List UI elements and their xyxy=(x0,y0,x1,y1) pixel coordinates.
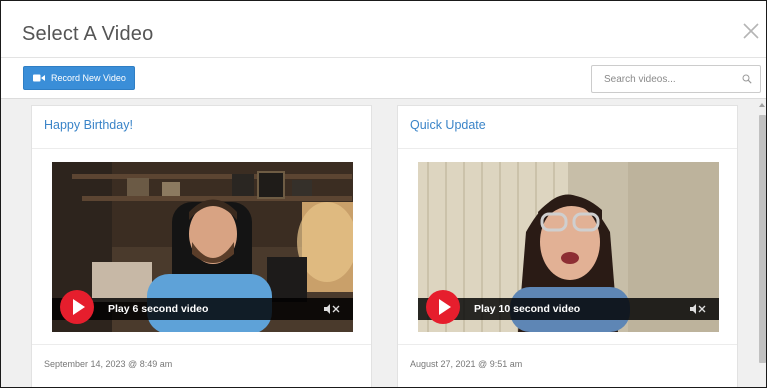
search-box xyxy=(591,65,761,93)
video-date: September 14, 2023 @ 8:49 am xyxy=(44,359,173,369)
video-title[interactable]: Quick Update xyxy=(410,118,486,132)
search-input[interactable] xyxy=(604,72,734,86)
play-icon[interactable] xyxy=(426,290,460,324)
video-date: August 27, 2021 @ 9:51 am xyxy=(410,359,523,369)
scrollbar[interactable] xyxy=(758,99,766,387)
video-camera-icon xyxy=(33,74,45,82)
toolbar: Record New Video xyxy=(1,58,766,99)
divider xyxy=(398,148,737,149)
select-video-dialog: Select A Video Record New Video Search v… xyxy=(0,0,767,388)
scrollbar-thumb[interactable] xyxy=(759,115,766,363)
play-label[interactable]: Play 6 second video xyxy=(108,303,208,315)
scroll-up-arrow-icon[interactable] xyxy=(759,103,765,107)
video-card[interactable]: Happy Birthday! Play 6 second video Sept… xyxy=(31,105,372,387)
divider xyxy=(32,344,371,345)
play-label[interactable]: Play 10 second video xyxy=(474,303,580,315)
search-icon[interactable] xyxy=(742,74,752,84)
mute-icon[interactable] xyxy=(689,303,707,315)
divider xyxy=(32,148,371,149)
video-title[interactable]: Happy Birthday! xyxy=(44,118,133,132)
play-icon[interactable] xyxy=(60,290,94,324)
dialog-header: Select A Video xyxy=(1,1,766,58)
record-button-label: Record New Video xyxy=(51,73,126,83)
divider xyxy=(398,344,737,345)
video-card[interactable]: Quick Update Play 10 second video August… xyxy=(397,105,738,387)
video-thumbnail[interactable]: Play 10 second video xyxy=(418,162,719,332)
close-icon[interactable] xyxy=(740,20,762,42)
video-thumbnail[interactable]: Play 6 second video xyxy=(52,162,353,332)
video-list: Happy Birthday! Play 6 second video Sept… xyxy=(1,99,758,387)
record-new-video-button[interactable]: Record New Video xyxy=(23,66,135,90)
mute-icon[interactable] xyxy=(323,303,341,315)
dialog-title: Select A Video xyxy=(22,23,154,45)
